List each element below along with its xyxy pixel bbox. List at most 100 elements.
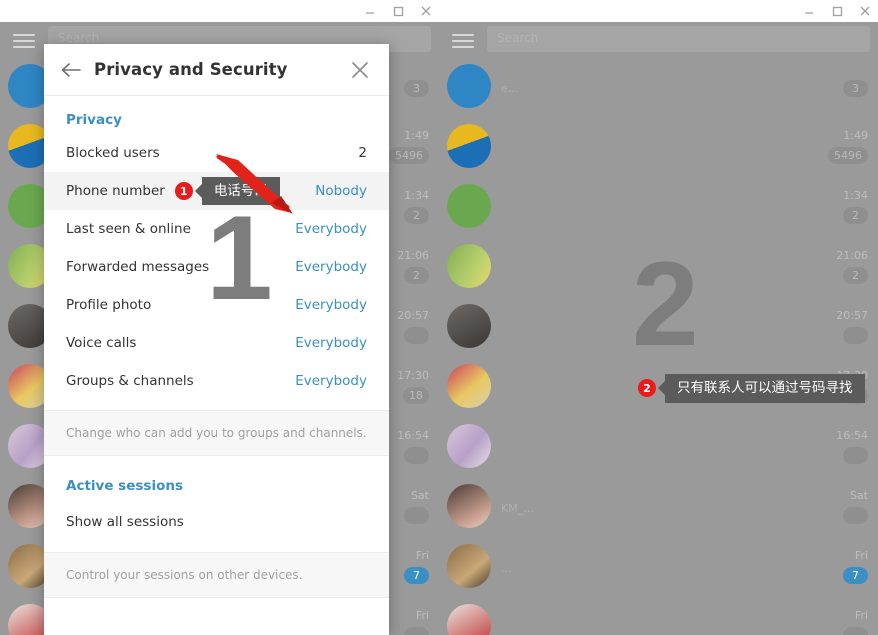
unread-badge: 2 — [843, 206, 868, 224]
search-input[interactable]: Search — [487, 26, 870, 52]
unread-badge: 3 — [404, 80, 429, 97]
row-phone-number[interactable]: Phone number 1 电话号码 Nobody — [44, 172, 389, 210]
row-label: Forwarded messages — [66, 259, 210, 275]
maximize-icon[interactable] — [391, 4, 405, 18]
menu-icon[interactable] — [452, 34, 474, 48]
chat-time: Fri — [415, 548, 429, 562]
row-last-seen-online[interactable]: Last seen & online Everybody — [44, 210, 389, 248]
titlebar-left — [0, 0, 439, 22]
maximize-icon[interactable] — [830, 4, 844, 18]
chat-time: Sat — [849, 488, 868, 502]
link-active-sessions[interactable]: Active sessions — [44, 468, 389, 504]
avatar — [447, 244, 491, 288]
list-item[interactable]: 1:49 5496 — [439, 116, 878, 176]
chat-time: 1:49 — [843, 128, 868, 142]
chat-time: 1:34 — [404, 188, 429, 202]
list-item[interactable]: … Fri 7 — [439, 536, 878, 596]
avatar — [447, 604, 491, 635]
list-item[interactable]: 16:54 — [439, 416, 878, 476]
unread-badge — [843, 446, 868, 464]
close-window-icon[interactable] — [858, 4, 872, 18]
unread-badge — [404, 626, 429, 635]
minimize-icon[interactable] — [363, 4, 377, 18]
search-placeholder: Search — [58, 31, 100, 45]
avatar — [447, 484, 491, 528]
list-item[interactable]: 20:57 — [439, 296, 878, 356]
step-badge: 1 — [174, 182, 193, 200]
chat-time: 21:06 — [397, 248, 429, 262]
chat-time: 20:57 — [836, 308, 868, 322]
arrow-left-icon[interactable] — [58, 57, 84, 83]
row-value: 2 — [358, 145, 367, 161]
window-controls-right — [802, 0, 872, 22]
unread-badge — [843, 626, 868, 635]
unread-badge: 5496 — [828, 146, 868, 164]
page-title: Privacy and Security — [94, 60, 288, 79]
unread-badge: 3 — [843, 80, 868, 97]
row-label: Groups & channels — [66, 373, 194, 389]
unread-badge: 2 — [843, 266, 868, 284]
unread-badge: 2 — [404, 206, 429, 224]
row-value: Everybody — [295, 335, 367, 351]
annotation-step-3: 2 只有联系人可以通过号码寻找 — [638, 374, 865, 403]
dialog-header: Privacy and Security — [44, 44, 389, 96]
unread-badge — [404, 326, 429, 344]
chat-time: 16:54 — [836, 428, 868, 442]
screen-root: Search e… 3 1:49 5496 1:34 2 — [0, 0, 878, 635]
chat-list-right[interactable]: e… 3 1:49 5496 1:34 2 21:06 2 20:57 16:5… — [439, 56, 878, 635]
list-item[interactable]: Fri — [439, 596, 878, 635]
row-show-all-sessions[interactable]: Show all sessions — [44, 504, 389, 540]
close-window-icon[interactable] — [419, 4, 433, 18]
titlebar-right — [439, 0, 878, 22]
row-label: Blocked users — [66, 145, 160, 161]
chat-message: e… — [501, 81, 519, 95]
row-value: Everybody — [295, 259, 367, 275]
row-voice-calls[interactable]: Voice calls Everybody — [44, 324, 389, 362]
unread-badge: 7 — [404, 566, 429, 584]
section-privacy-title: Privacy — [66, 112, 122, 128]
unread-badge — [843, 506, 868, 524]
minimize-icon[interactable] — [802, 4, 816, 18]
chat-time: 17:30 — [397, 368, 429, 382]
list-item[interactable]: KM_… Sat — [439, 476, 878, 536]
row-forwarded-messages[interactable]: Forwarded messages Everybody — [44, 248, 389, 286]
annotation-step-1: 1 电话号码 — [174, 176, 280, 206]
step-tooltip: 只有联系人可以通过号码寻找 — [665, 374, 865, 403]
avatar — [447, 424, 491, 468]
row-label: Last seen & online — [66, 221, 191, 237]
telegram-window-right: Search e… 3 1:49 5496 1:34 2 21:06 2 20:… — [439, 0, 878, 635]
menu-icon[interactable] — [13, 34, 35, 48]
close-icon[interactable] — [349, 59, 371, 81]
search-placeholder: Search — [497, 31, 539, 45]
row-groups-channels[interactable]: Groups & channels Everybody — [44, 362, 389, 400]
app-topbar-right: Search — [439, 22, 878, 56]
row-label: Phone number — [66, 183, 165, 199]
row-value: Everybody — [295, 221, 367, 237]
unread-badge: 2 — [404, 266, 429, 284]
avatar — [447, 304, 491, 348]
step-badge: 2 — [638, 379, 656, 398]
chat-time: Fri — [854, 548, 868, 562]
row-profile-photo[interactable]: Profile photo Everybody — [44, 286, 389, 324]
avatar — [447, 124, 491, 168]
row-blocked-users[interactable]: Blocked users 2 — [44, 134, 389, 172]
row-label: Profile photo — [66, 297, 152, 313]
list-item[interactable]: 21:06 2 — [439, 236, 878, 296]
chat-message: KM_… — [501, 501, 535, 515]
chat-time: Fri — [415, 608, 429, 622]
unread-badge: 7 — [843, 566, 868, 584]
step-tooltip: 电话号码 — [201, 176, 280, 206]
list-item[interactable]: 1:34 2 — [439, 176, 878, 236]
chat-message: … — [501, 561, 512, 575]
chat-time: 20:57 — [397, 308, 429, 322]
app-background-right: Search e… 3 1:49 5496 1:34 2 21:06 2 20:… — [439, 22, 878, 635]
chat-time: 1:49 — [404, 128, 429, 142]
list-item[interactable]: e… 3 — [439, 56, 878, 116]
chat-time: Fri — [854, 608, 868, 622]
row-value: Everybody — [295, 373, 367, 389]
unread-badge — [404, 506, 429, 524]
chat-time: 1:34 — [843, 188, 868, 202]
